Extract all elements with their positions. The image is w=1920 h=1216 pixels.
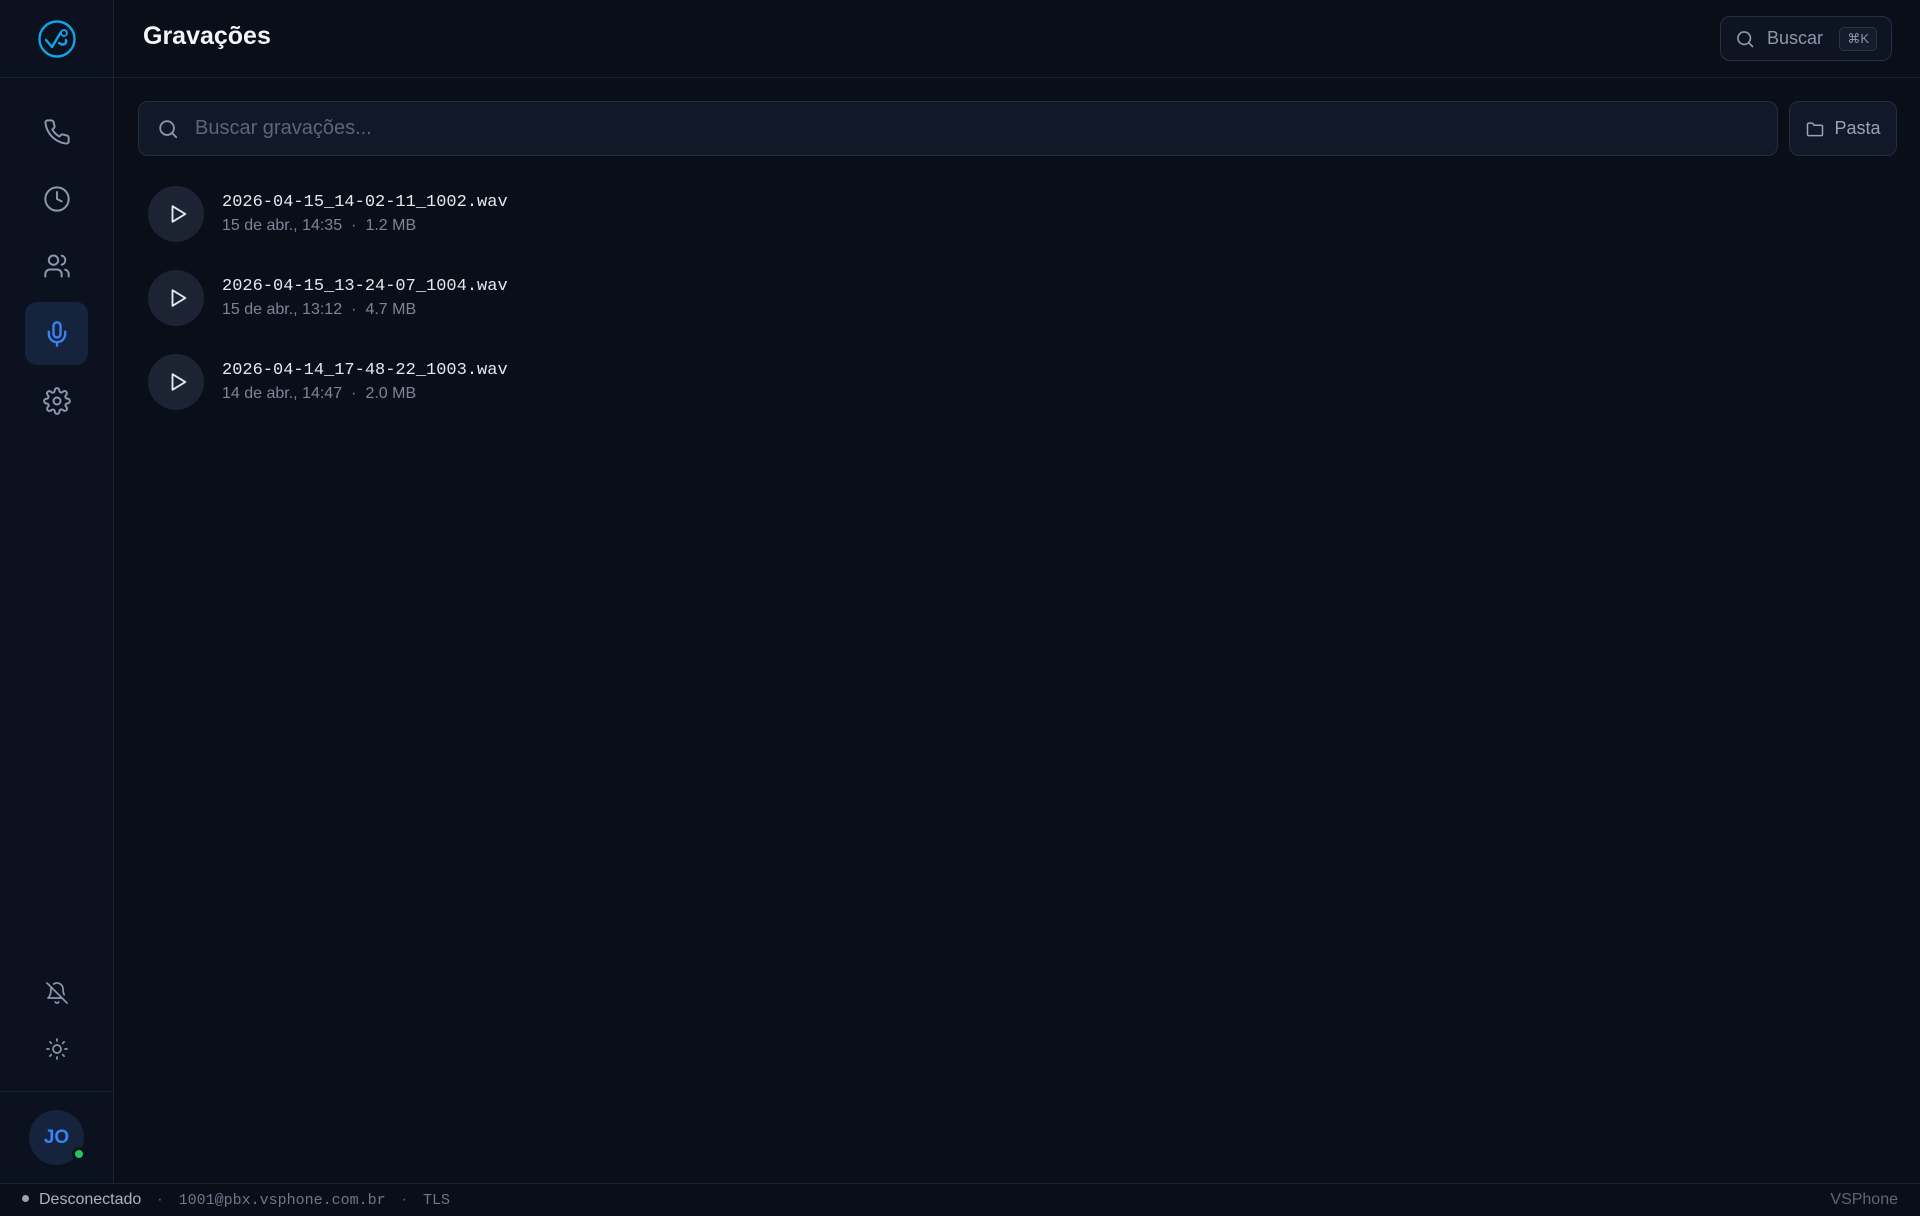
recording-meta: 15 de abr., 14:35 · 1.2 MB [222,216,508,236]
play-button[interactable] [148,354,204,410]
shortcut-badge: ⌘K [1839,27,1877,51]
recording-filename: 2026-04-15_13-24-07_1004.wav [222,277,508,296]
meta-separator: · [351,217,357,234]
header: Gravações Buscar ⌘K [114,0,1920,78]
recording-size: 4.7 MB [365,301,417,318]
sidebar-divider [0,1091,113,1092]
play-icon [171,205,186,223]
sun-icon [46,1038,68,1060]
folder-icon [1807,121,1824,136]
recording-meta: 14 de abr., 14:47 · 2.0 MB [222,384,508,404]
recording-filename: 2026-04-14_17-48-22_1003.wav [222,361,508,380]
microphone-icon [47,320,66,347]
transport-protocol: TLS [423,1191,451,1209]
recording-meta: 15 de abr., 13:12 · 4.7 MB [222,300,508,320]
list-item: 2026-04-15_14-02-11_1002.wav 15 de abr.,… [148,186,1888,270]
status-separator: · [401,1191,407,1208]
status-bar: Desconectado · 1001@pbx.vsphone.com.br ·… [0,1183,1920,1216]
recordings-list: 2026-04-15_14-02-11_1002.wav 15 de abr.,… [148,186,1888,438]
global-search-label: Buscar [1767,28,1824,48]
bell-off-icon [46,982,68,1004]
connection-status-dot [22,1194,29,1202]
sidebar-item-history[interactable] [25,167,88,230]
sidebar: JO [0,0,114,1183]
app-window: JO Gravações Buscar ⌘K Pasta [0,0,1920,1216]
users-icon [43,254,70,277]
global-search-button[interactable]: Buscar ⌘K [1720,16,1892,61]
logo-area [0,0,113,78]
presence-indicator [72,1147,86,1161]
list-item: 2026-04-15_13-24-07_1004.wav 15 de abr.,… [148,270,1888,354]
avatar-initials: JO [43,1126,70,1148]
clock-icon [43,185,70,212]
page-title: Gravações [143,22,271,50]
recording-date: 15 de abr., 14:35 [222,217,343,234]
recording-filename: 2026-04-15_14-02-11_1002.wav [222,193,508,212]
connection-status: Desconectado [39,1191,142,1208]
open-folder-button[interactable]: Pasta [1789,101,1897,156]
recordings-search-input[interactable] [195,117,1777,140]
sidebar-item-settings[interactable] [25,369,88,432]
logo-icon [37,19,76,58]
open-folder-label: Pasta [1834,118,1881,138]
status-separator: · [157,1191,163,1208]
account-address: 1001@pbx.vsphone.com.br [178,1191,386,1209]
play-button[interactable] [148,270,204,326]
recording-size: 2.0 MB [365,385,417,402]
play-icon [171,373,186,391]
notifications-toggle[interactable] [37,973,77,1013]
gear-icon [42,386,71,415]
user-avatar[interactable]: JO [29,1110,86,1165]
recording-size: 1.2 MB [365,217,417,234]
search-icon [159,119,178,138]
theme-toggle[interactable] [37,1029,77,1069]
search-icon [1737,30,1754,47]
brand-name: VSPhone [1830,1191,1898,1208]
recordings-search-box [138,101,1778,156]
meta-separator: · [351,301,357,318]
recording-date: 14 de abr., 14:47 [222,385,343,402]
play-button[interactable] [148,186,204,242]
meta-separator: · [351,385,357,402]
phone-icon [43,118,70,145]
sidebar-item-phone[interactable] [25,100,88,163]
play-icon [171,289,186,307]
sidebar-item-contacts[interactable] [25,234,88,297]
list-item: 2026-04-14_17-48-22_1003.wav 14 de abr.,… [148,354,1888,438]
recording-date: 15 de abr., 13:12 [222,301,343,318]
sidebar-item-recordings[interactable] [25,302,88,365]
